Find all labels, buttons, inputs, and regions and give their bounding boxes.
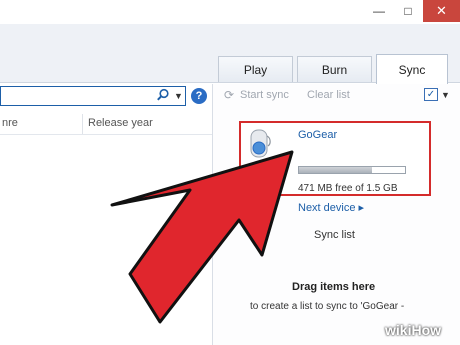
minimize-icon: — (373, 4, 385, 18)
tab-play[interactable]: Play (218, 56, 293, 82)
tab-sync-label: Sync (398, 62, 426, 77)
maximize-icon: □ (404, 4, 412, 18)
clear-list-button[interactable]: Clear list (307, 89, 350, 101)
capacity-bar-fill (299, 167, 372, 173)
maximize-button[interactable]: □ (393, 0, 423, 22)
free-space-text: 471 MB free of 1.5 GB (298, 183, 398, 194)
tab-burn-label: Burn (321, 62, 348, 77)
column-genre[interactable]: nre (2, 117, 18, 129)
column-separator[interactable] (82, 114, 83, 134)
tab-burn[interactable]: Burn (297, 56, 372, 82)
start-sync-button[interactable]: Start sync (240, 89, 289, 101)
tab-play-label: Play (243, 62, 268, 77)
help-icon[interactable]: ? (191, 88, 207, 104)
sync-icon: ⟳ (224, 88, 235, 102)
drag-items-title: Drag items here (292, 281, 376, 293)
sync-options-dropdown-icon[interactable]: ▼ (441, 90, 450, 100)
search-icon[interactable] (156, 88, 172, 104)
watermark-logo: wikiHow (385, 322, 442, 338)
media-player-device-icon (247, 128, 273, 160)
close-icon: ✕ (436, 3, 447, 18)
search-dropdown-icon[interactable]: ▼ (174, 88, 184, 104)
chevron-right-icon: ▸ (358, 202, 365, 214)
device-name[interactable]: GoGear (298, 129, 337, 141)
drag-items-subtitle: to create a list to sync to 'GoGear - (250, 301, 405, 312)
next-device-link[interactable]: Next device ▸ (298, 201, 364, 214)
next-device-label: Next device (298, 202, 356, 214)
tab-sync[interactable]: Sync (376, 54, 448, 84)
sync-list-title: Sync list (314, 229, 355, 241)
close-button[interactable]: ✕ (423, 0, 460, 22)
column-release-year[interactable]: Release year (88, 117, 153, 129)
minimize-button[interactable]: — (366, 0, 392, 22)
sync-options-checkbox-icon[interactable]: ✓ (424, 88, 438, 101)
